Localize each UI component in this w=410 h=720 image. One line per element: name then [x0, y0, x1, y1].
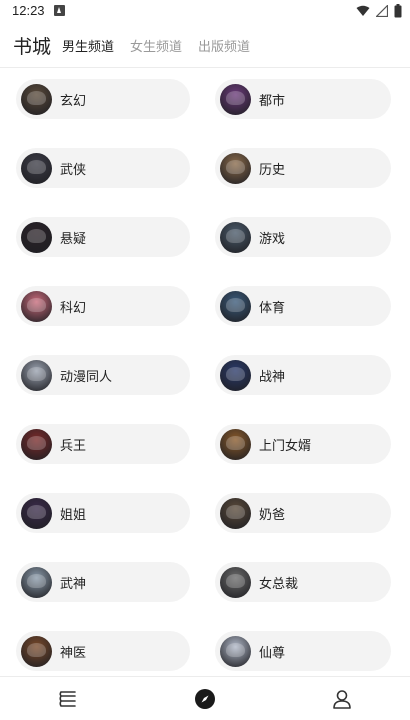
category-pill[interactable]: 战神: [215, 355, 391, 395]
status-time: 12:23: [12, 3, 45, 18]
category-pill[interactable]: 武神: [16, 562, 190, 602]
tab-female-channel[interactable]: 女生频道: [130, 36, 182, 55]
category-pill[interactable]: 游戏: [215, 217, 391, 257]
category-cover-image: [21, 635, 52, 667]
category-pill[interactable]: 奶爸: [215, 493, 391, 533]
category-label: 武侠: [60, 162, 87, 178]
category-pill[interactable]: 科幻: [16, 286, 190, 326]
category-pill[interactable]: 动漫同人: [16, 355, 190, 395]
category-cover-image: [21, 221, 52, 253]
category-label: 科幻: [60, 300, 87, 316]
top-bar: 书城 男生频道 女生频道 出版频道: [0, 22, 410, 68]
category-label: 体育: [259, 300, 286, 316]
status-bar: 12:23: [0, 0, 410, 22]
category-cover-image: [220, 221, 251, 253]
category-label: 历史: [259, 162, 286, 178]
category-label: 奶爸: [259, 507, 286, 523]
category-label: 动漫同人: [60, 369, 113, 385]
category-cover-image: [220, 566, 251, 598]
category-cover-image: [220, 428, 251, 460]
nav-profile[interactable]: [328, 685, 356, 713]
category-label: 兵王: [60, 438, 87, 454]
category-cover-image: [21, 497, 52, 529]
category-cover-image: [220, 497, 251, 529]
category-list[interactable]: 玄幻 都市武侠 历史悬疑 游戏科幻 体育动漫同人 战神兵王 上门女婿姐姐 奶爸武神 女总裁神医 仙…: [0, 69, 410, 676]
bookshelf-icon: [59, 691, 76, 707]
category-pill[interactable]: 兵王: [16, 424, 190, 464]
category-pill[interactable]: 神医: [16, 631, 190, 671]
category-pill[interactable]: 女总裁: [215, 562, 391, 602]
category-label: 姐姐: [60, 507, 87, 523]
status-icons: [356, 3, 402, 19]
a-notification-icon: [54, 5, 65, 16]
tab-publishing-channel[interactable]: 出版频道: [198, 36, 250, 55]
bottom-nav: [0, 676, 410, 720]
category-label: 武神: [60, 576, 87, 592]
battery-icon: [394, 4, 402, 18]
category-cover-image: [21, 290, 52, 322]
profile-icon: [333, 690, 351, 709]
category-label: 仙尊: [259, 645, 286, 661]
discover-compass-icon: [195, 689, 215, 709]
category-label: 游戏: [259, 231, 286, 247]
category-pill[interactable]: 姐姐: [16, 493, 190, 533]
category-pill[interactable]: 上门女婿: [215, 424, 391, 464]
category-pill[interactable]: 仙尊: [215, 631, 391, 671]
category-cover-image: [21, 566, 52, 598]
category-pill[interactable]: 都市: [215, 79, 391, 119]
category-cover-image: [21, 83, 52, 115]
category-cover-image: [220, 152, 251, 184]
category-label: 战神: [259, 369, 286, 385]
category-label: 女总裁: [259, 576, 299, 592]
category-cover-image: [21, 152, 52, 184]
category-pill[interactable]: 武侠: [16, 148, 190, 188]
category-grid: 玄幻 都市武侠 历史悬疑 游戏科幻 体育动漫同人 战神兵王 上门女婿姐姐 奶爸武神 女总裁神医 仙…: [0, 69, 410, 671]
signal-icon: [376, 5, 388, 17]
nav-discover[interactable]: [191, 685, 219, 713]
category-pill[interactable]: 历史: [215, 148, 391, 188]
category-pill[interactable]: 玄幻: [16, 79, 190, 119]
category-cover-image: [220, 83, 251, 115]
category-label: 悬疑: [60, 231, 87, 247]
category-label: 玄幻: [60, 93, 87, 109]
category-pill[interactable]: 悬疑: [16, 217, 190, 257]
category-label: 都市: [259, 93, 286, 109]
category-cover-image: [21, 428, 52, 460]
category-cover-image: [220, 635, 251, 667]
page-title: 书城: [13, 36, 52, 58]
nav-bookshelf[interactable]: [54, 685, 82, 713]
category-label: 神医: [60, 645, 87, 661]
category-label: 上门女婿: [259, 438, 312, 454]
category-cover-image: [220, 290, 251, 322]
tab-male-channel[interactable]: 男生频道: [62, 36, 114, 55]
category-cover-image: [220, 359, 251, 391]
category-pill[interactable]: 体育: [215, 286, 391, 326]
category-cover-image: [21, 359, 52, 391]
wifi-icon: [356, 5, 370, 16]
